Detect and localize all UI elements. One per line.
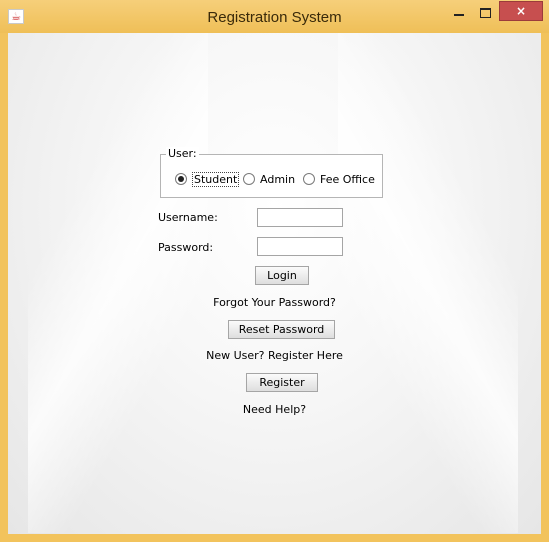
register-button[interactable]: Register bbox=[246, 373, 318, 392]
reset-password-button[interactable]: Reset Password bbox=[228, 320, 335, 339]
username-field[interactable] bbox=[257, 208, 343, 227]
radio-student-label: Student bbox=[192, 172, 240, 187]
close-button[interactable]: × bbox=[499, 1, 543, 21]
password-label: Password: bbox=[158, 241, 214, 254]
radio-student-indicator[interactable] bbox=[175, 173, 187, 185]
main-panel: User: Student Admin Fee Office Username:… bbox=[8, 33, 541, 534]
minimize-button[interactable] bbox=[448, 5, 470, 21]
title-bar: ☕ Registration System × bbox=[0, 0, 549, 33]
radio-admin-label: Admin bbox=[260, 173, 296, 186]
need-help-link[interactable]: Need Help? bbox=[8, 403, 541, 416]
login-button[interactable]: Login bbox=[255, 266, 309, 285]
username-label: Username: bbox=[158, 211, 218, 224]
password-field[interactable] bbox=[257, 237, 343, 256]
radio-fee-office-label: Fee Office bbox=[320, 173, 375, 186]
forgot-password-link[interactable]: Forgot Your Password? bbox=[8, 296, 541, 309]
maximize-button[interactable] bbox=[474, 5, 496, 21]
radio-fee-office-indicator[interactable] bbox=[303, 173, 315, 185]
radio-admin-indicator[interactable] bbox=[243, 173, 255, 185]
new-user-register-link[interactable]: New User? Register Here bbox=[8, 349, 541, 362]
user-type-legend: User: bbox=[166, 147, 199, 160]
